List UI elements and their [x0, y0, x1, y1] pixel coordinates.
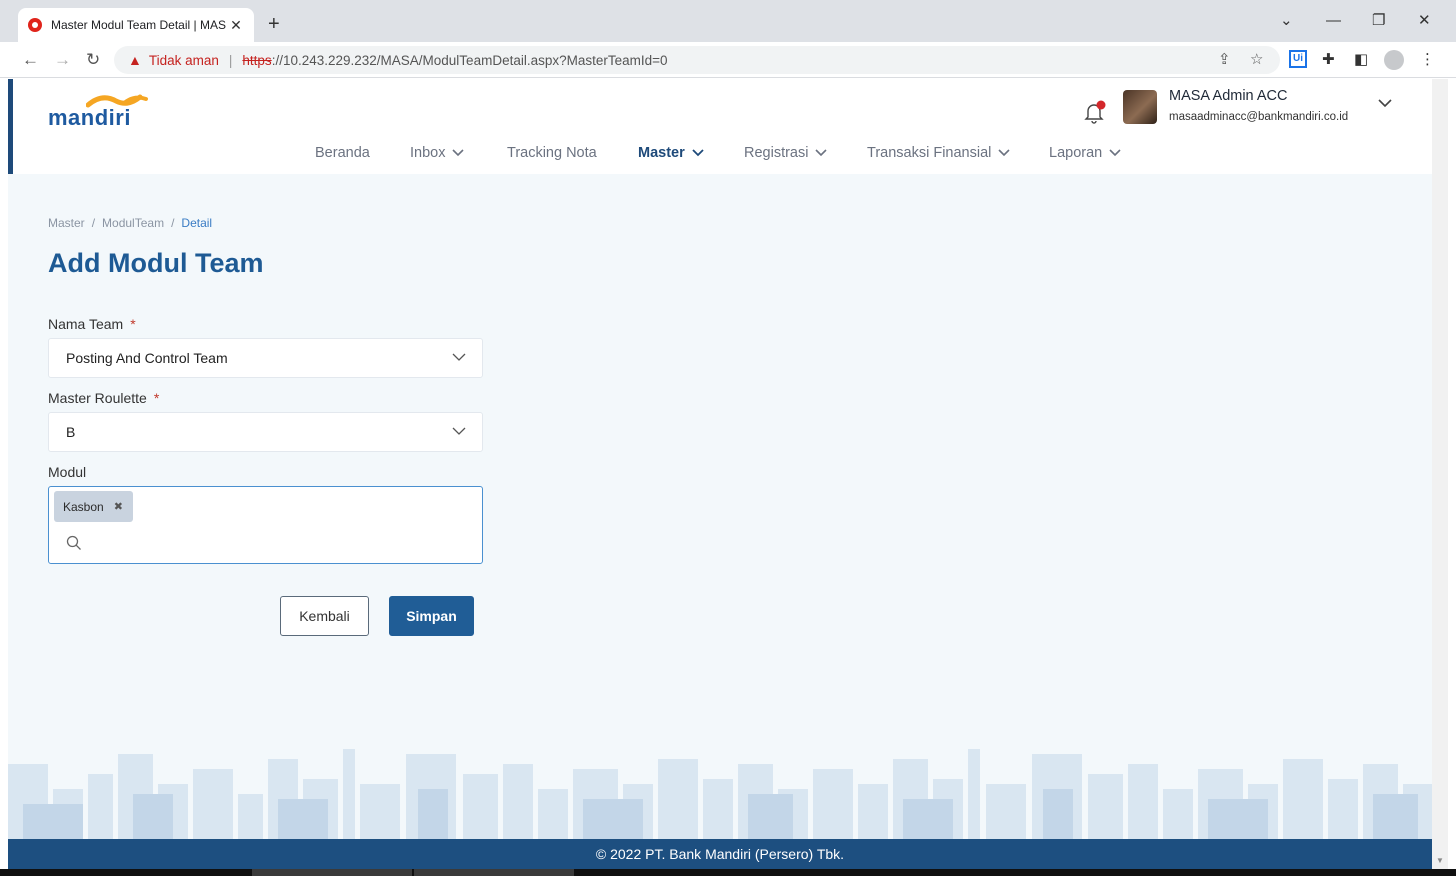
browser-tabstrip: Master Modul Team Detail | MAS ✕ + ⌄ — ❐…: [0, 0, 1456, 42]
side-panel-icon[interactable]: ◧: [1354, 50, 1368, 70]
nav-inbox[interactable]: Inbox: [410, 145, 465, 161]
menu-kebab-icon[interactable]: ⋮: [1420, 50, 1435, 70]
chevron-down-icon: [692, 149, 704, 157]
user-avatar[interactable]: [1123, 90, 1157, 124]
restore-icon[interactable]: ❐: [1372, 10, 1385, 32]
tab-title: Master Modul Team Detail | MAS: [51, 18, 226, 32]
required-mark: *: [130, 316, 136, 332]
nav-laporan[interactable]: Laporan: [1049, 145, 1121, 161]
breadcrumb-detail: Detail: [181, 216, 213, 230]
nav-beranda-label: Beranda: [315, 145, 370, 161]
chevron-down-icon: [452, 427, 466, 435]
modul-chip: Kasbon ✖: [54, 491, 133, 522]
back-arrow-icon[interactable]: ←: [22, 50, 39, 70]
user-email: masaadminacc@bankmandiri.co.id: [1169, 111, 1349, 123]
page-scrollbar[interactable]: ▼: [1432, 79, 1448, 869]
scroll-down-arrow-icon[interactable]: ▼: [1436, 856, 1444, 865]
address-input[interactable]: ▲ Tidak aman | https ://10.243.229.232/M…: [114, 46, 1280, 74]
warning-icon: ▲: [128, 52, 142, 68]
breadcrumb: Master / ModulTeam / Detail: [48, 216, 212, 230]
master-roulette-label: Master Roulette *: [48, 390, 159, 406]
chevron-down-icon: [1109, 149, 1121, 157]
bookmark-star-icon[interactable]: ☆: [1250, 50, 1263, 70]
nav-tracking-nota[interactable]: Tracking Nota: [507, 145, 597, 161]
master-roulette-select[interactable]: B: [48, 412, 483, 452]
close-window-icon[interactable]: ✕: [1418, 10, 1431, 32]
user-menu-chevron-icon[interactable]: [1377, 95, 1393, 111]
minimize-icon[interactable]: —: [1326, 10, 1341, 32]
nav-registrasi-label: Registrasi: [744, 145, 809, 161]
city-skyline-illustration: [8, 749, 1432, 839]
extensions-puzzle-icon[interactable]: ✚: [1322, 50, 1335, 70]
nama-team-label-text: Nama Team: [48, 316, 124, 332]
url-separator: |: [228, 52, 233, 68]
nav-inbox-label: Inbox: [410, 145, 446, 161]
taskbar-item[interactable]: [414, 869, 574, 876]
new-tab-button[interactable]: +: [268, 12, 280, 36]
profile-avatar-icon[interactable]: [1384, 50, 1404, 70]
simpan-button[interactable]: Simpan: [389, 596, 474, 636]
close-tab-icon[interactable]: ✕: [228, 17, 244, 34]
master-roulette-value: B: [66, 424, 76, 440]
uipath-extension-icon[interactable]: Ui: [1289, 50, 1307, 68]
page-viewport: mandiri MASA Admin ACC masaadminacc@bank…: [8, 79, 1432, 869]
modul-chip-label: Kasbon: [63, 499, 104, 514]
footer-copyright: © 2022 PT. Bank Mandiri (Persero) Tbk.: [595, 846, 845, 862]
breadcrumb-separator: /: [171, 216, 175, 230]
breadcrumb-separator: /: [91, 216, 96, 230]
favicon-icon: [28, 18, 42, 32]
remove-chip-icon[interactable]: ✖: [114, 500, 123, 513]
site-header: mandiri MASA Admin ACC masaadminacc@bank…: [8, 79, 1432, 174]
breadcrumb-modulteam[interactable]: ModulTeam: [102, 216, 164, 230]
url-text: ://10.243.229.232/MASA/ModulTeamDetail.a…: [271, 52, 668, 68]
nama-team-value: Posting And Control Team: [66, 350, 228, 366]
browser-tab[interactable]: Master Modul Team Detail | MAS ✕: [18, 8, 254, 42]
site-footer: © 2022 PT. Bank Mandiri (Persero) Tbk.: [8, 839, 1432, 869]
nav-registrasi[interactable]: Registrasi: [744, 145, 828, 161]
reload-icon[interactable]: ↻: [86, 50, 100, 70]
modul-multiselect[interactable]: Kasbon ✖: [48, 486, 483, 564]
share-icon[interactable]: ⇪: [1218, 50, 1231, 70]
chevron-down-icon: [815, 149, 828, 157]
tab-search-icon[interactable]: ⌄: [1280, 10, 1293, 32]
nama-team-label: Nama Team *: [48, 316, 136, 332]
notification-bell-icon[interactable]: [1081, 99, 1107, 125]
user-name[interactable]: MASA Admin ACC: [1169, 88, 1287, 104]
chevron-down-icon: [452, 353, 466, 361]
master-roulette-label-text: Master Roulette: [48, 390, 147, 406]
chevron-down-icon: [452, 149, 465, 157]
nav-transaksi-finansial[interactable]: Transaksi Finansial: [867, 145, 1010, 161]
address-bar-row: ← → ↻ ▲ Tidak aman | https ://10.243.229…: [0, 42, 1456, 78]
nav-transaksi-label: Transaksi Finansial: [867, 145, 992, 161]
security-label[interactable]: Tidak aman: [149, 53, 219, 68]
url-scheme: https: [242, 52, 272, 68]
page-title: Add Modul Team: [48, 248, 264, 278]
nav-master[interactable]: Master: [638, 145, 704, 161]
logo-wordmark: mandiri: [48, 105, 131, 130]
os-taskbar: [0, 869, 1456, 876]
taskbar-item[interactable]: [252, 869, 412, 876]
search-icon: [66, 535, 81, 550]
required-mark: *: [153, 390, 160, 406]
nav-master-label: Master: [638, 145, 685, 161]
nav-laporan-label: Laporan: [1049, 145, 1103, 161]
kembali-button[interactable]: Kembali: [280, 596, 369, 636]
mandiri-logo[interactable]: mandiri: [48, 94, 158, 130]
nama-team-select[interactable]: Posting And Control Team: [48, 338, 483, 378]
chevron-down-icon: [998, 149, 1010, 157]
breadcrumb-master[interactable]: Master: [48, 216, 85, 230]
modul-label: Modul: [48, 464, 87, 480]
nav-beranda[interactable]: Beranda: [315, 145, 370, 161]
nav-tracking-label: Tracking Nota: [507, 145, 597, 161]
forward-arrow-icon[interactable]: →: [54, 50, 71, 70]
